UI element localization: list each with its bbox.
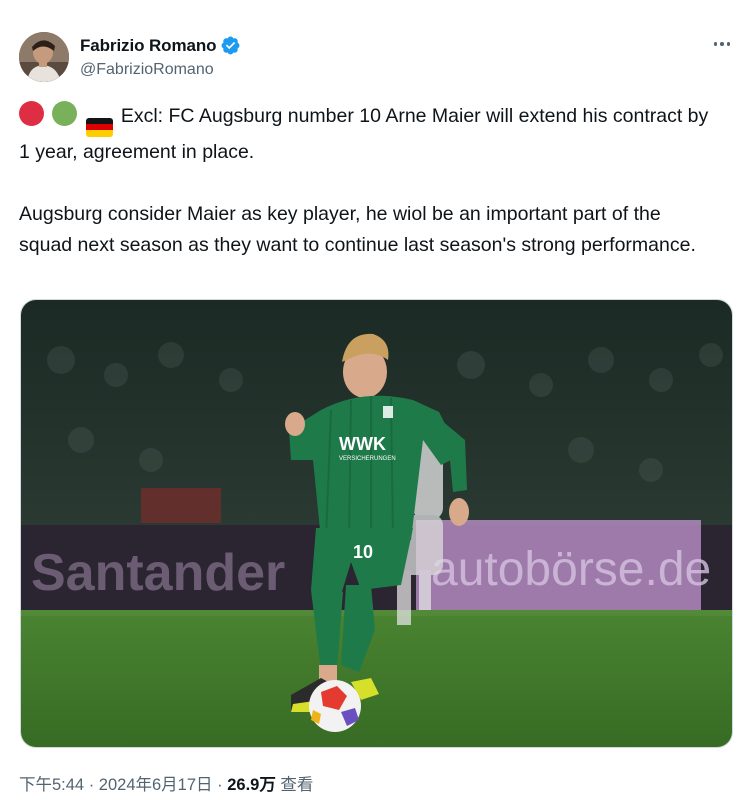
- tweet-text: Excl: FC Augsburg number 10 Arne Maier w…: [19, 101, 719, 261]
- jersey-sponsor-sub: VERSICHERUNGEN: [339, 456, 396, 462]
- views-count: 26.9万: [227, 776, 276, 794]
- red-circle-icon: [19, 101, 44, 126]
- views-label: 查看: [275, 776, 314, 794]
- germany-flag-icon: [85, 117, 113, 137]
- author-handle[interactable]: @FabrizioRomano: [80, 61, 214, 79]
- avatar[interactable]: [19, 32, 69, 82]
- jersey-sponsor: WWK: [339, 434, 386, 454]
- author-name[interactable]: Fabrizio Romano: [80, 36, 217, 56]
- tweet-paragraph-2: Augsburg consider Maier as key player, h…: [19, 202, 696, 256]
- meta-separator: ·: [84, 776, 99, 794]
- more-options-icon[interactable]: [710, 32, 734, 56]
- tweet-photo[interactable]: Santander autobörse.de WWK VERSICHERUNGE…: [20, 299, 733, 748]
- football-player-photo: Santander autobörse.de WWK VERSICHERUNGE…: [21, 300, 732, 747]
- tweet-meta: 下午5:44 · 2024年6月17日 · 26.9万 查看: [19, 771, 313, 795]
- green-circle-icon: [52, 101, 78, 126]
- board-text-right: autobörse.de: [431, 543, 711, 596]
- avatar-image: [19, 32, 69, 82]
- meta-separator: ·: [212, 776, 228, 794]
- tweet-date[interactable]: 2024年6月17日: [99, 776, 213, 794]
- tweet-paragraph-1: Excl: FC Augsburg number 10 Arne Maier w…: [19, 101, 719, 168]
- board-text-left: Santander: [31, 544, 285, 602]
- shirt-number: 10: [353, 542, 373, 562]
- tweet-time[interactable]: 下午5:44: [19, 776, 84, 794]
- tweet-card: Fabrizio Romano @FabrizioRomano Excl: FC…: [0, 0, 750, 806]
- verified-badge-icon: [221, 36, 240, 55]
